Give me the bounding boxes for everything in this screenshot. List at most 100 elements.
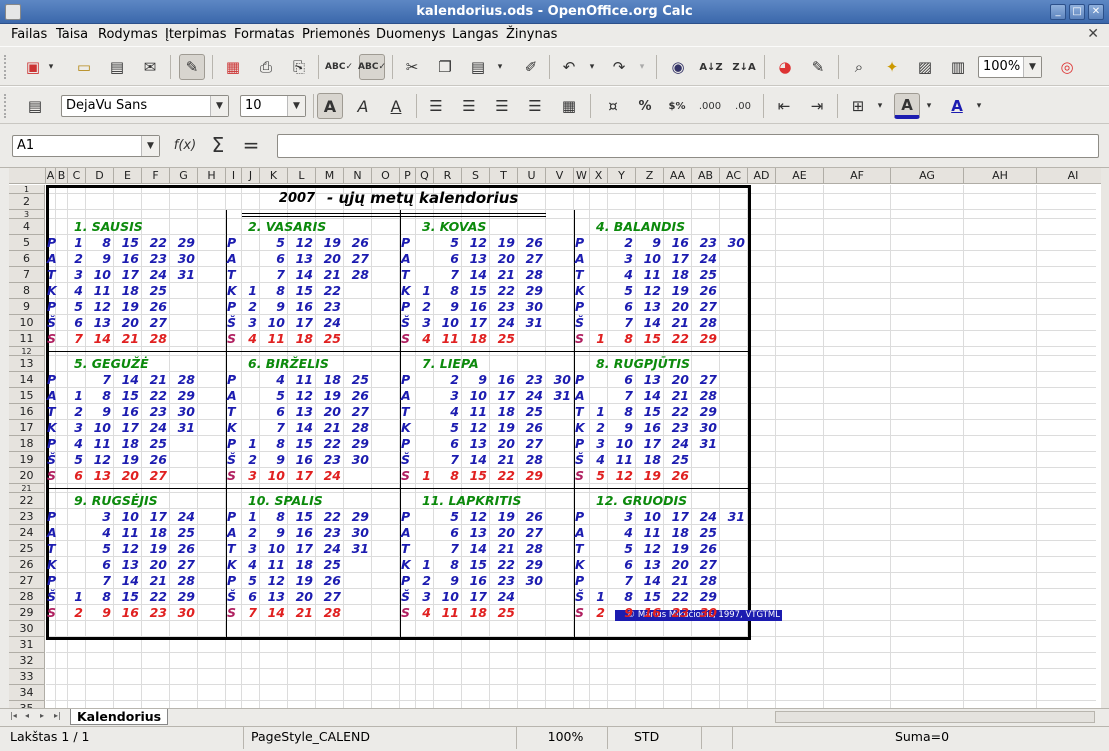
column-header[interactable]: S [462, 168, 490, 184]
font-size-combo[interactable]: 10 ▼ [240, 95, 306, 117]
row-header[interactable]: 1 [9, 185, 45, 194]
add-decimal-icon[interactable]: .000 [697, 93, 723, 119]
row-header[interactable]: 25 [9, 541, 45, 557]
menu-zinynas[interactable]: Žinynas [506, 27, 557, 42]
font-name-dropdown-icon[interactable]: ▼ [210, 96, 228, 116]
row-header[interactable]: 10 [9, 315, 45, 331]
row-header[interactable]: 11 [9, 331, 45, 347]
last-sheet-icon[interactable]: ▸| [54, 711, 61, 720]
number-format-currency-icon[interactable]: ¤ [600, 93, 626, 119]
formula-input[interactable] [277, 134, 1099, 158]
align-right-icon[interactable]: ☰ [489, 93, 515, 119]
menu-langas[interactable]: Langas [452, 27, 498, 42]
status-zoom[interactable]: 100% [518, 727, 608, 749]
menu-taisa[interactable]: Taisa [56, 27, 88, 42]
close-document-icon[interactable]: ✕ [1087, 26, 1099, 42]
row-header[interactable]: 33 [9, 669, 45, 685]
row-header[interactable]: 34 [9, 685, 45, 701]
row-header[interactable]: 5 [9, 235, 45, 251]
column-header[interactable]: D [86, 168, 114, 184]
zoom-combo[interactable]: 100% ▼ [978, 56, 1042, 78]
styles-formatting-icon[interactable]: ▤ [22, 93, 48, 119]
row-header[interactable]: 9 [9, 299, 45, 315]
column-header[interactable]: C [68, 168, 86, 184]
column-header[interactable]: R [434, 168, 462, 184]
background-dropdown-icon[interactable]: ▾ [922, 93, 936, 119]
decrease-indent-icon[interactable]: ⇤ [771, 93, 797, 119]
status-page-style[interactable]: PageStyle_CALEND [245, 727, 517, 749]
menu-rodymas[interactable]: Rodymas [98, 27, 158, 42]
menu-iterpimas[interactable]: Įterpimas [165, 27, 227, 42]
next-sheet-icon[interactable]: ▸ [40, 711, 44, 720]
page-preview-icon[interactable]: ⎘ [286, 54, 312, 80]
row-header[interactable]: 13 [9, 356, 45, 372]
menu-formatas[interactable]: Formatas [234, 27, 295, 42]
row-header[interactable]: 30 [9, 621, 45, 637]
font-color-dropdown-icon[interactable]: ▾ [972, 93, 986, 119]
prev-sheet-icon[interactable]: ◂ [25, 711, 29, 720]
number-format-percent-icon[interactable]: % [632, 93, 658, 119]
column-header[interactable]: E [114, 168, 142, 184]
row-header[interactable]: 12 [9, 347, 45, 356]
column-header[interactable]: L [288, 168, 316, 184]
column-header[interactable]: V [546, 168, 574, 184]
hyperlink-icon[interactable]: ◉ [665, 54, 691, 80]
delete-decimal-icon[interactable]: .00 [730, 93, 756, 119]
column-header[interactable]: Z [636, 168, 664, 184]
sort-ascending-icon[interactable]: A↓Z [698, 54, 724, 80]
sheet-tab-kalendorius[interactable]: Kalendorius [70, 709, 169, 725]
clone-format-icon[interactable]: ✐ [518, 54, 544, 80]
redo-dropdown-icon[interactable]: ▾ [635, 54, 649, 80]
font-name-combo[interactable]: DejaVu Sans ▼ [61, 95, 229, 117]
column-header[interactable]: W [574, 168, 590, 184]
borders-icon[interactable]: ⊞ [845, 93, 871, 119]
column-header[interactable]: H [198, 168, 226, 184]
font-size-dropdown-icon[interactable]: ▼ [287, 96, 305, 116]
close-window-icon[interactable]: ✕ [1088, 4, 1104, 20]
merge-cells-icon[interactable]: ▦ [556, 93, 582, 119]
navigator-icon[interactable]: ✦ [879, 54, 905, 80]
align-center-icon[interactable]: ☰ [456, 93, 482, 119]
column-header[interactable]: AH [964, 168, 1037, 184]
redo-icon[interactable]: ↷ [606, 54, 632, 80]
column-header[interactable]: U [518, 168, 546, 184]
column-header[interactable]: F [142, 168, 170, 184]
column-header[interactable]: B [56, 168, 68, 184]
chart-icon[interactable]: ◕ [772, 54, 798, 80]
export-pdf-icon[interactable]: ▦ [220, 54, 246, 80]
column-header[interactable]: X [590, 168, 608, 184]
column-header[interactable]: AD [748, 168, 776, 184]
column-header[interactable]: AI [1037, 168, 1101, 184]
column-header[interactable]: J [242, 168, 260, 184]
row-header[interactable]: 26 [9, 557, 45, 573]
show-draw-functions-icon[interactable]: ✎ [805, 54, 831, 80]
data-sources-icon[interactable]: ▥ [945, 54, 971, 80]
column-header[interactable]: A [46, 168, 56, 184]
row-header[interactable]: 16 [9, 404, 45, 420]
row-header[interactable]: 18 [9, 436, 45, 452]
column-header[interactable]: T [490, 168, 518, 184]
column-header[interactable]: AB [692, 168, 720, 184]
paste-dropdown-icon[interactable]: ▾ [493, 54, 507, 80]
background-color-icon[interactable]: A [894, 93, 920, 119]
email-icon[interactable]: ✉ [137, 54, 163, 80]
name-box-dropdown-icon[interactable]: ▼ [141, 136, 159, 156]
autospellcheck-icon[interactable]: ABC✓ [358, 54, 386, 80]
align-left-icon[interactable]: ☰ [423, 93, 449, 119]
row-header[interactable]: 31 [9, 637, 45, 653]
new-document-icon[interactable]: ▣ [20, 54, 46, 80]
justify-icon[interactable]: ☰ [522, 93, 548, 119]
row-header[interactable]: 20 [9, 468, 45, 484]
horizontal-scrollbar[interactable] [775, 711, 1095, 723]
italic-icon[interactable]: A [350, 93, 376, 119]
column-header[interactable]: Q [416, 168, 434, 184]
underline-icon[interactable]: A [383, 93, 409, 119]
row-header[interactable]: 21 [9, 484, 45, 493]
toolbar-grip[interactable] [4, 55, 10, 79]
row-header[interactable]: 19 [9, 452, 45, 468]
row-header[interactable]: 14 [9, 372, 45, 388]
copy-icon[interactable]: ❐ [432, 54, 458, 80]
select-all-corner[interactable] [9, 168, 46, 184]
column-header[interactable]: AA [664, 168, 692, 184]
row-header[interactable]: 32 [9, 653, 45, 669]
